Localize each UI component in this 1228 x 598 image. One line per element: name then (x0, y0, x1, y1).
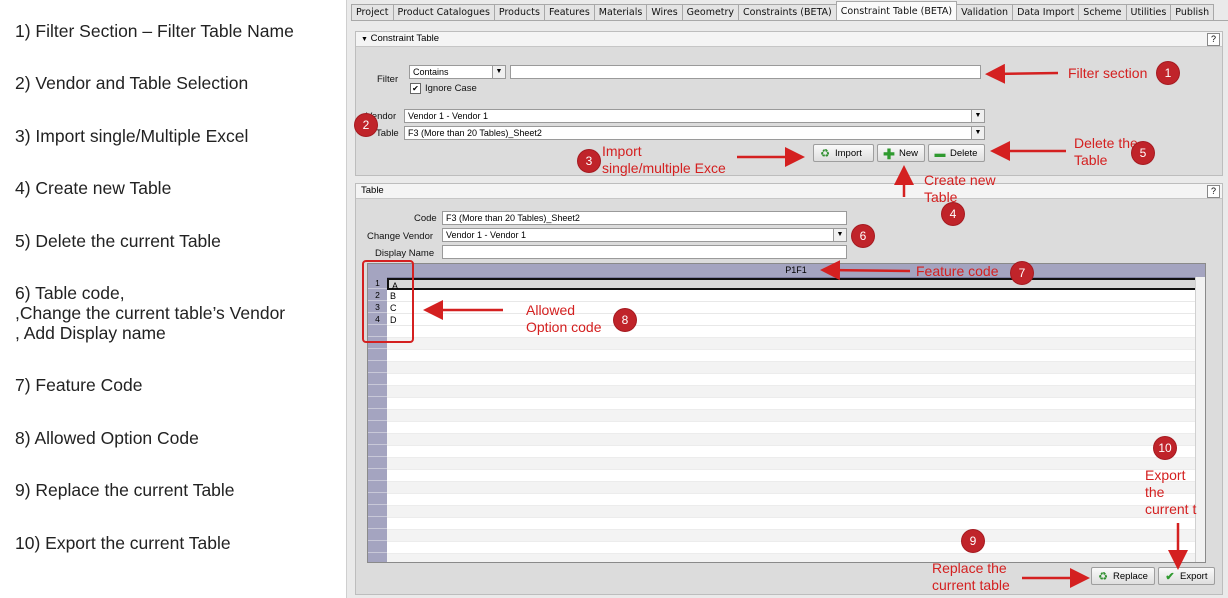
badge-7: 7 (1011, 262, 1033, 284)
badge-1: 1 (1157, 62, 1179, 84)
annotation-import-2: single/multiple Exce (602, 160, 726, 176)
annotation-allowed-1: Allowed (526, 302, 576, 318)
badge-8: 8 (614, 309, 636, 331)
annotation-filter-section: Filter section (1068, 65, 1148, 81)
arrow-filter-section (985, 63, 1059, 84)
badge-5: 5 (1132, 142, 1154, 164)
annotation-export-1: Export (1145, 467, 1186, 483)
annotation-delete-2: Table (1074, 152, 1108, 168)
annotation-replace-1: Replace the (932, 560, 1007, 576)
annotation-allowed-2: Option code (526, 319, 602, 335)
arrow-feature-code (820, 260, 911, 281)
badge-10: 10 (1154, 437, 1176, 459)
badge-6: 6 (852, 225, 874, 247)
annotation-delete-1: Delete the (1074, 135, 1138, 151)
annotation-export-2: the (1145, 484, 1165, 500)
annotation-feature-code: Feature code (916, 263, 999, 279)
badge-3: 3 (578, 150, 600, 172)
annotation-import-1: Import (602, 143, 642, 159)
annotation-arrows (423, 63, 1188, 588)
annotation-export-3: current t (1145, 501, 1197, 517)
annotation-create-1: Create new (924, 172, 996, 188)
badge-9: 9 (962, 530, 984, 552)
badge-4: 4 (942, 203, 964, 225)
badge-2: 2 (355, 114, 377, 136)
annotation-replace-2: current table (932, 577, 1010, 593)
